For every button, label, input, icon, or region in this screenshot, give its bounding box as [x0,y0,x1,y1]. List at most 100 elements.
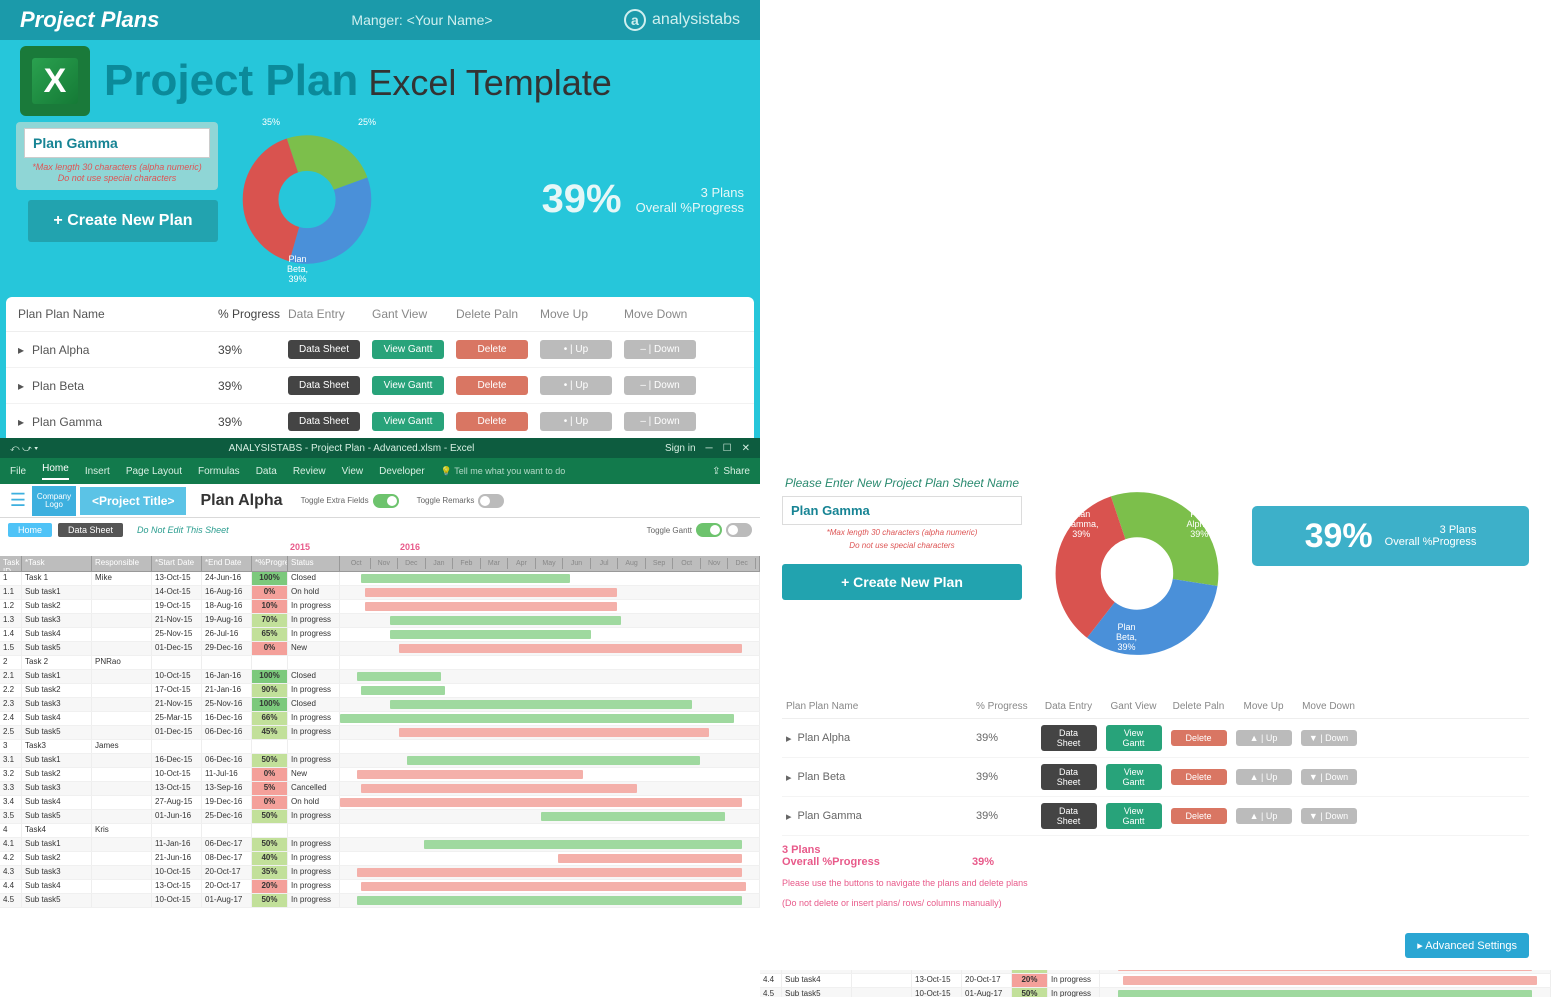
gantt-row[interactable]: 4.3Sub task3 10-Oct-1520-Oct-17 35%In pr… [0,866,760,880]
move-up-button[interactable]: • | Up [540,340,612,359]
signin[interactable]: Sign in [665,443,696,454]
gantt-header: Task ID*TaskResponsible*Start Date*End D… [0,556,760,572]
excel-sheet-bl: ⤺ ⤻ ▾ ANALYSISTABS - Project Plan - Adva… [0,438,760,970]
gantt-row[interactable]: 3.5Sub task5 01-Jun-1625-Dec-16 50%In pr… [0,810,760,824]
gantt-row[interactable]: 1.2Sub task2 19-Oct-1518-Aug-16 10%In pr… [0,600,760,614]
gantt-row[interactable]: 4.5Sub task5 10-Oct-1501-Aug-17 50%In pr… [0,894,760,908]
view-gantt-button[interactable]: View Gantt [1106,764,1162,790]
gantt-row[interactable]: 4Task4Kris [0,824,760,838]
datasheet-button[interactable]: Data Sheet [1041,764,1097,790]
view-gantt-button[interactable]: View Gantt [372,412,444,431]
gantt-row[interactable]: 3.4Sub task4 27-Aug-1519-Dec-16 0%On hol… [0,796,760,810]
move-up-button[interactable]: ▲ | Up [1236,808,1292,824]
datasheet-button[interactable]: Data Sheet [288,340,360,359]
home-button[interactable]: Home [8,523,52,537]
move-down-button[interactable]: ▼ | Down [1301,808,1357,824]
create-new-plan-button[interactable]: + Create New Plan [782,564,1022,600]
delete-button[interactable]: Delete [1171,769,1227,785]
gantt-row[interactable]: 2.5Sub task5 01-Dec-1506-Dec-16 45%In pr… [0,726,760,740]
move-up-button[interactable]: • | Up [540,412,612,431]
view-gantt-button[interactable]: View Gantt [1106,725,1162,751]
gantt-row[interactable]: 4.5Sub task5 10-Oct-1501-Aug-17 50%In pr… [760,988,1551,997]
tell-me[interactable]: 💡 Tell me what you want to do [441,466,566,477]
toggle-remarks[interactable] [478,494,504,508]
delete-button[interactable]: Delete [1171,730,1227,746]
hamburger-icon[interactable]: ☰ [8,490,28,511]
toggle-extra-fields[interactable] [373,494,399,508]
plan-name-input[interactable]: Plan Gamma [24,128,210,158]
gantt-row[interactable]: 3.2Sub task2 10-Oct-1511-Jul-16 0%New [0,768,760,782]
datasheet-button[interactable]: Data Sheet [1041,725,1097,751]
gantt-row[interactable]: 1.3Sub task3 21-Nov-1519-Aug-16 70%In pr… [0,614,760,628]
chevron-right-icon[interactable]: ▸ [18,379,24,393]
gantt-row[interactable]: 2.3Sub task3 21-Nov-1525-Nov-16 100%Clos… [0,698,760,712]
advanced-settings-button[interactable]: ▸ Advanced Settings [1405,933,1529,958]
project-title[interactable]: <Project Title> [80,487,186,515]
delete-button[interactable]: Delete [1171,808,1227,824]
gantt-row[interactable]: 2.4Sub task4 25-Mar-1516-Dec-16 66%In pr… [0,712,760,726]
input-note-2: Do not use special characters [782,541,1022,551]
create-new-plan-button[interactable]: + Create New Plan [28,200,218,242]
delete-button[interactable]: Delete [456,376,528,395]
view-gantt-button[interactable]: View Gantt [372,376,444,395]
move-down-button[interactable]: ▼ | Down [1301,769,1357,785]
min-icon[interactable]: ─ [706,443,713,454]
chevron-right-icon[interactable]: ▸ [786,771,792,784]
datasheet-button[interactable]: Data Sheet [288,412,360,431]
input-note-2: Do not use special characters [24,173,210,184]
datasheet-button[interactable]: Data Sheet [288,376,360,395]
chevron-right-icon[interactable]: ▸ [786,732,792,745]
gantt-row[interactable]: 1.1Sub task1 14-Oct-1516-Aug-16 0%On hol… [0,586,760,600]
gantt-row[interactable]: 4.2Sub task2 21-Jun-1608-Dec-17 40%In pr… [0,852,760,866]
ribbon-tab[interactable]: Review [293,466,326,477]
move-up-button[interactable]: ▲ | Up [1236,769,1292,785]
view-gantt-button[interactable]: View Gantt [1106,803,1162,829]
move-up-button[interactable]: • | Up [540,376,612,395]
gantt-row[interactable]: 4.4Sub task4 13-Oct-1520-Oct-17 20%In pr… [760,974,1551,988]
max-icon[interactable]: ☐ [723,443,732,454]
plan-name-input[interactable] [782,496,1022,525]
ribbon-tab[interactable]: Developer [379,466,425,477]
ribbon-tab[interactable]: View [342,466,364,477]
ribbon-tab[interactable]: Insert [85,466,110,477]
ribbon: File Home Insert Page Layout Formulas Data Rev… [0,458,760,484]
qat[interactable]: ⤺ ⤻ ▾ [10,443,38,454]
gantt-row[interactable]: 3.1Sub task1 16-Dec-1506-Dec-16 50%In pr… [0,754,760,768]
gantt-row[interactable]: 2Task 2PNRao [0,656,760,670]
gantt-row[interactable]: 3.3Sub task3 13-Oct-1513-Sep-16 5%Cancel… [0,782,760,796]
datasheet-button[interactable]: Data Sheet [1041,803,1097,829]
move-down-button[interactable]: – | Down [624,412,696,431]
plans-panel-br: Please Enter New Project Plan Sheet Name… [760,460,1551,970]
delete-button[interactable]: Delete [456,340,528,359]
gantt-row[interactable]: 1.5Sub task5 01-Dec-1529-Dec-16 0%New [0,642,760,656]
gantt-row[interactable]: 1Task 1Mike 13-Oct-1524-Jun-16 100%Close… [0,572,760,586]
ribbon-tab[interactable]: Data [256,466,277,477]
gantt-row[interactable]: 3Task3James [0,740,760,754]
move-down-button[interactable]: ▼ | Down [1301,730,1357,746]
gantt-row[interactable]: 4.1Sub task1 11-Jan-1606-Dec-17 50%In pr… [0,838,760,852]
delete-button[interactable]: Delete [456,412,528,431]
gantt-row[interactable]: 2.2Sub task2 17-Oct-1521-Jan-16 90%In pr… [0,684,760,698]
chevron-right-icon[interactable]: ▸ [18,343,24,357]
ribbon-tab[interactable]: Page Layout [126,466,182,477]
datasheet-button[interactable]: Data Sheet [58,523,123,537]
close-icon[interactable]: ✕ [742,443,750,454]
chevron-right-icon[interactable]: ▸ [786,810,792,823]
view-gantt-button[interactable]: View Gantt [372,340,444,359]
overall-progress-badge: 39% 3 Plans Overall %Progress [396,122,744,277]
ribbon-tab[interactable]: Formulas [198,466,240,477]
table-row: ▸Plan Gamma 39% Data Sheet View Gantt De… [782,797,1529,836]
move-up-button[interactable]: ▲ | Up [1236,730,1292,746]
ribbon-tab[interactable]: Home [42,463,69,480]
toggle-gantt[interactable] [696,523,722,537]
ribbon-tab[interactable]: File [10,466,26,477]
gantt-row[interactable]: 4.4Sub task4 13-Oct-1520-Oct-17 20%In pr… [0,880,760,894]
move-down-button[interactable]: – | Down [624,340,696,359]
move-down-button[interactable]: – | Down [624,376,696,395]
gantt-row[interactable]: 2.1Sub task1 10-Oct-1516-Jan-16 100%Clos… [0,670,760,684]
chevron-right-icon[interactable]: ▸ [18,415,24,429]
sheet-toolbar: ☰ Company Logo <Project Title> Plan Alph… [0,484,760,518]
overall-pct: 39% [1305,517,1373,556]
share-button[interactable]: ⇪ Share [712,466,750,477]
gantt-row[interactable]: 1.4Sub task4 25-Nov-1526-Jul-16 65%In pr… [0,628,760,642]
